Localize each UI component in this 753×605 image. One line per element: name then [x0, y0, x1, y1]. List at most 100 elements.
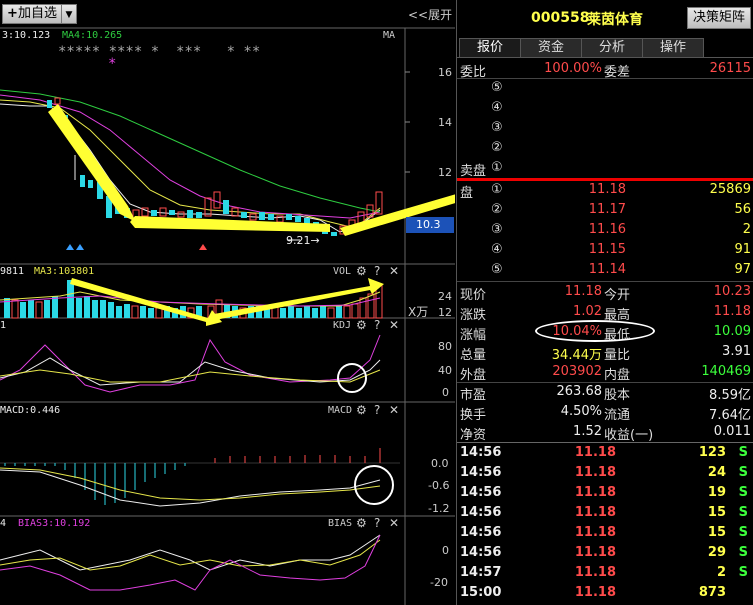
sell-level-1: ①	[491, 160, 503, 175]
macd-close-icon[interactable]: ✕	[389, 403, 399, 417]
bias-axis-0: 0	[442, 544, 449, 557]
float-label: 流通	[604, 408, 631, 423]
buy-title: 盘	[460, 186, 474, 201]
kdj-highlight-circle	[337, 363, 367, 393]
tab-funds[interactable]: 资金	[520, 38, 582, 57]
price-axis-16: 16	[438, 66, 452, 79]
kline-chart-svg	[0, 27, 455, 605]
star-signal-magenta: *	[108, 56, 117, 72]
low-price-annotation: 9.21→	[286, 234, 320, 247]
tick-volume: 29	[707, 545, 726, 560]
ma4-label: MA4:10.265	[62, 30, 123, 41]
eps-label: 收益(一)	[604, 428, 654, 443]
bias-header-left: 4	[0, 518, 7, 529]
vol-gear-icon[interactable]: ⚙	[356, 264, 367, 278]
tick-price: 11.18	[574, 565, 616, 580]
quote-panel: 000558 莱茵体育 决策矩阵 报价 资金 分析 操作 委比 100.00% …	[456, 0, 753, 605]
volume-value: 34.44万	[551, 348, 602, 363]
change-pct-highlight-ellipse	[535, 320, 655, 342]
ma-header-left: 3:10.123	[2, 30, 51, 41]
bias-axis-neg20: -20	[430, 576, 448, 589]
outer-vol-value: 203902	[552, 364, 602, 379]
tick-time: 14:56	[460, 525, 502, 540]
macd-gear-icon[interactable]: ⚙	[356, 403, 367, 417]
bid-ask-divider	[457, 178, 753, 181]
tick-volume: 15	[707, 525, 726, 540]
tick-price: 11.18	[574, 445, 616, 460]
tick-time: 14:56	[460, 505, 502, 520]
tick-volume: 19	[707, 485, 726, 500]
buy-level-3-num: ③	[491, 222, 503, 237]
macd-header-left: MACD:0.446	[0, 405, 61, 416]
tick-price: 11.18	[574, 485, 616, 500]
bias-help-icon[interactable]: ?	[374, 516, 380, 530]
tick-price: 11.18	[574, 585, 616, 600]
kdj-header-left: 1	[0, 320, 7, 331]
vol-close-icon[interactable]: ✕	[389, 264, 399, 278]
sell-level-2: ②	[491, 140, 503, 155]
tick-price: 11.18	[574, 465, 616, 480]
ma-tag: MA	[383, 30, 396, 41]
tick-side: S	[738, 525, 748, 540]
buy-level-2-price: 11.17	[588, 202, 626, 217]
bias-close-icon[interactable]: ✕	[389, 516, 399, 530]
sell-title: 卖盘	[460, 164, 487, 179]
tab-quote[interactable]: 报价	[459, 38, 521, 57]
kdj-close-icon[interactable]: ✕	[389, 318, 399, 332]
tick-row: 14:57 11.18 2 S	[457, 565, 753, 585]
buy-level-1-vol: 25869	[709, 182, 751, 197]
tick-side: S	[738, 465, 748, 480]
star-signals: ***** **** * *** * **	[58, 44, 261, 60]
current-price-tag: 10.3	[406, 217, 454, 233]
float-value: 7.64亿	[709, 408, 751, 423]
high-value: 11.18	[713, 304, 751, 319]
sell-level-5: ⑤	[491, 80, 503, 95]
open-price-label: 今开	[604, 288, 631, 303]
open-price-value: 10.23	[713, 284, 751, 299]
kdj-gear-icon[interactable]: ⚙	[356, 318, 367, 332]
tab-operation[interactable]: 操作	[642, 38, 704, 57]
kdj-help-icon[interactable]: ?	[374, 318, 380, 332]
tick-row: 14:56 11.18 15 S	[457, 505, 753, 525]
current-price-value: 11.18	[564, 284, 602, 299]
stock-code: 000558	[531, 10, 590, 26]
tick-row: 15:00 11.18 873	[457, 585, 753, 605]
vol-pane-name: VOL	[333, 266, 352, 277]
tick-row: 14:56 11.18 19 S	[457, 485, 753, 505]
tick-side: S	[738, 565, 748, 580]
tick-side: S	[738, 505, 748, 520]
buy-level-5-price: 11.14	[588, 262, 626, 277]
buy-level-2-vol: 56	[734, 202, 751, 217]
tick-time: 14:56	[460, 485, 502, 500]
buy-level-2-num: ②	[491, 202, 503, 217]
inner-vol-label: 内盘	[604, 368, 631, 383]
tick-time: 15:00	[460, 585, 502, 600]
buy-level-3-vol: 2	[742, 222, 751, 237]
buy-level-4-num: ④	[491, 242, 503, 257]
trend-arrows-volume	[70, 278, 384, 326]
bias-gear-icon[interactable]: ⚙	[356, 516, 367, 530]
bias3-label: BIAS3:10.192	[18, 518, 91, 529]
macd-pane-name: MACD	[328, 405, 353, 416]
buy-level-1-num: ①	[491, 182, 503, 197]
chart-area[interactable]: +加自选 ▼ <<展开 3:10.123 MA4:10.265 MA *****…	[0, 0, 455, 605]
tick-time: 14:56	[460, 545, 502, 560]
net-assets-value: 1.52	[573, 424, 602, 439]
tick-volume: 873	[698, 585, 726, 600]
tick-volume: 15	[707, 505, 726, 520]
tick-row: 14:56 11.18 15 S	[457, 525, 753, 545]
decision-matrix-button[interactable]: 决策矩阵	[687, 7, 751, 29]
low-value: 10.09	[713, 324, 751, 339]
tick-volume: 24	[707, 465, 726, 480]
vol-axis-12: 12	[438, 306, 452, 319]
tick-list[interactable]: 14:56 11.18 123 S 14:56 11.18 24 S 14:56 11.18 19 S…	[457, 445, 753, 605]
outer-vol-label: 外盘	[460, 368, 487, 383]
vol-help-icon[interactable]: ?	[374, 264, 380, 278]
kdj-axis-80: 80	[438, 340, 452, 353]
tab-analysis[interactable]: 分析	[581, 38, 643, 57]
turnover-value: 4.50%	[560, 404, 602, 419]
kdj-axis-40: 40	[438, 364, 452, 377]
macd-help-icon[interactable]: ?	[374, 403, 380, 417]
tick-volume: 123	[698, 445, 726, 460]
tick-row: 14:56 11.18 24 S	[457, 465, 753, 485]
